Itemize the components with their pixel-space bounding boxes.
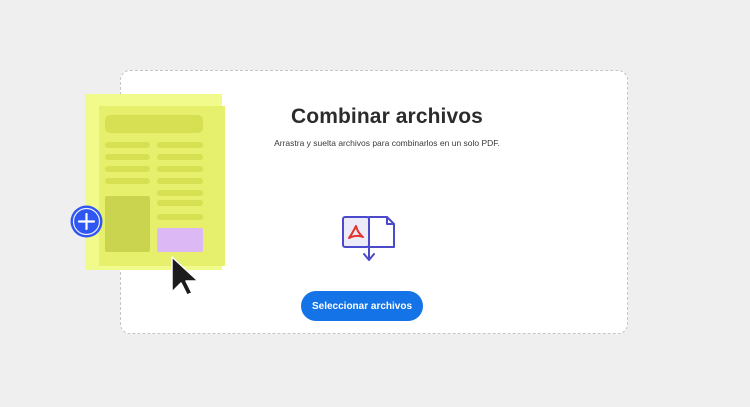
document-accent-block [157, 228, 203, 252]
plus-circle-icon [70, 205, 103, 238]
document-line [157, 200, 203, 206]
select-files-button[interactable]: Seleccionar archivos [301, 291, 423, 321]
document-line [157, 166, 203, 172]
document-line [157, 142, 203, 148]
document-illustration [85, 94, 225, 270]
document-line [157, 178, 203, 184]
document-line [157, 154, 203, 160]
document-header-bar [105, 115, 203, 133]
document-thumbnail [99, 106, 225, 266]
document-line [105, 166, 150, 172]
document-line [157, 190, 203, 196]
document-line [157, 214, 203, 220]
document-line [105, 154, 150, 160]
document-line [105, 178, 150, 184]
document-line [105, 142, 150, 148]
document-image-placeholder [105, 196, 150, 252]
combine-pdf-icon [340, 213, 398, 265]
mouse-pointer-icon [170, 256, 200, 296]
